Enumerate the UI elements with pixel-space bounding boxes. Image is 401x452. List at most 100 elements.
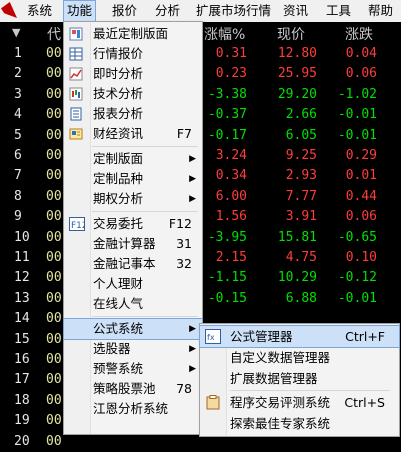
menu-item-shortcut: 31 (176, 236, 192, 251)
stock-code: 00 (46, 290, 62, 306)
app-logo-icon (1, 2, 17, 18)
menu-item-shortcut: 32 (176, 256, 192, 271)
menu-item-9[interactable]: 期权分析 ▶ (64, 189, 202, 209)
change-value: -0.01 (337, 290, 377, 306)
row-index: 13 (14, 290, 30, 306)
submenu-item-shortcut: Ctrl+S (344, 395, 385, 410)
header-pct-change[interactable]: 涨幅% (204, 24, 245, 44)
stock-code: 00 (46, 148, 62, 163)
menu-analysis[interactable]: 分析 (152, 1, 183, 21)
menu-function[interactable]: 功能 (63, 0, 97, 22)
menu-item-7[interactable]: 定制版面 ▶ (64, 149, 202, 169)
submenu-item-4[interactable]: 程序交易评测系统 Ctrl+S (200, 392, 399, 413)
header-code[interactable]: 代 (47, 24, 61, 44)
menu-item-3[interactable]: 即时分析 (64, 64, 202, 84)
news-icon (69, 127, 83, 141)
submenu-arrow-icon: ▶ (189, 174, 196, 184)
menu-news[interactable]: 资讯 (280, 1, 311, 21)
submenu-item-label: 公式管理器 (230, 329, 293, 344)
menu-item-label: 定制版面 (93, 151, 144, 166)
menu-item-5[interactable]: 报表分析 (64, 104, 202, 124)
menu-item-label: 个人理财 (93, 276, 144, 291)
menu-item-label: 技术分析 (93, 86, 144, 101)
stock-code: 00 (46, 433, 62, 449)
layout-icon (69, 27, 83, 41)
menu-item-16[interactable]: 选股器 ▶ (64, 339, 202, 359)
menu-help[interactable]: 帮助 (365, 1, 396, 21)
menu-item-2[interactable]: 行情报价 (64, 44, 202, 64)
stock-code: 00 (46, 331, 62, 347)
menu-item-14[interactable]: 在线人气 (64, 294, 202, 314)
menu-item-13[interactable]: 个人理财 (64, 274, 202, 294)
change-value: -1.02 (337, 86, 377, 102)
change-value: 0.10 (345, 250, 377, 265)
submenu-item-1[interactable]: fx 公式管理器 Ctrl+F (199, 325, 400, 348)
submenu-item-3[interactable]: 扩展数据管理器 (200, 368, 399, 389)
menu-system[interactable]: 系统 (24, 1, 55, 21)
stock-code: 00 (46, 86, 62, 102)
menu-tools[interactable]: 工具 (323, 1, 354, 21)
stock-code: 00 (46, 229, 62, 245)
price-value: 29.20 (277, 86, 317, 102)
submenu-item-5[interactable]: 探索最佳专家系统 (200, 413, 399, 434)
submenu-item-2[interactable]: 自定义数据管理器 (200, 347, 399, 368)
row-index: 20 (14, 433, 30, 449)
menu-item-8[interactable]: 定制品种 ▶ (64, 169, 202, 189)
menu-item-label: 报表分析 (93, 106, 144, 121)
menu-item-12[interactable]: 金融记事本 32 (64, 254, 202, 274)
change-value: 0.29 (345, 148, 377, 163)
stock-code: 00 (46, 188, 62, 204)
menu-extended-market[interactable]: 扩展市场行情 (193, 1, 274, 21)
menu-item-1[interactable]: 最近定制版面 (64, 24, 202, 44)
row-index: 10 (14, 229, 30, 245)
menu-item-label: 江恩分析系统 (93, 401, 169, 416)
row-index: 14 (14, 311, 30, 327)
menu-item-label: 预警系统 (93, 361, 144, 376)
price-value: 6.88 (285, 290, 317, 306)
clipboard-icon (205, 395, 221, 410)
menu-item-18[interactable]: 策略股票池 78 (64, 379, 202, 399)
price-value: 25.95 (277, 66, 317, 82)
f12-icon: F12 (69, 217, 88, 231)
row-index: 1 (14, 46, 22, 61)
submenu-item-label: 程序交易评测系统 (230, 395, 331, 410)
menu-item-17[interactable]: 预警系统 ▶ (64, 359, 202, 379)
menu-item-11[interactable]: 金融计算器 31 (64, 234, 202, 254)
change-value: 0.06 (345, 209, 377, 225)
sort-arrow-icon[interactable]: ▼ (12, 26, 20, 39)
submenu-arrow-icon: ▶ (189, 154, 196, 164)
menu-item-19[interactable]: 江恩分析系统 (64, 399, 202, 419)
change-value: -0.01 (337, 127, 377, 143)
menu-item-15[interactable]: 公式系统 ▶ (63, 318, 203, 340)
menu-bar: 系统 功能 报价 分析 扩展市场行情 资讯 工具 帮助 (0, 0, 401, 23)
submenu-arrow-icon: ▶ (189, 324, 196, 334)
price-value: 2.66 (285, 107, 317, 123)
menu-item-6[interactable]: 财经资讯 F7 (64, 124, 202, 144)
row-index: 12 (14, 270, 30, 286)
menu-item-10[interactable]: F12 交易委托 F12 (64, 214, 202, 234)
stock-code: 00 (46, 352, 62, 367)
stock-code: 00 (46, 392, 62, 408)
stock-code: 00 (46, 270, 62, 286)
row-index: 11 (14, 250, 30, 265)
menu-quote[interactable]: 报价 (109, 1, 140, 21)
header-change[interactable]: 涨跌 (345, 24, 373, 44)
menu-item-shortcut: F12 (168, 216, 192, 231)
change-value: 0.01 (345, 168, 377, 184)
row-index: 5 (14, 127, 22, 143)
submenu-item-label: 探索最佳专家系统 (230, 416, 331, 431)
menu-item-4[interactable]: 技术分析 (64, 84, 202, 104)
formula-submenu: fx 公式管理器 Ctrl+F 自定义数据管理器 扩展数据管理器 程序交易评测系统 Ctrl… (199, 323, 400, 437)
row-index: 8 (14, 188, 22, 204)
submenu-item-shortcut: Ctrl+F (345, 329, 385, 344)
change-value: 0.44 (345, 188, 377, 204)
price-value: 15.81 (277, 229, 317, 245)
price-value: 3.91 (285, 209, 317, 225)
change-value: -0.65 (337, 229, 377, 245)
menu-separator (92, 211, 198, 212)
row-index: 7 (14, 168, 22, 184)
menu-item-label: 金融记事本 (93, 256, 156, 271)
menu-separator (92, 316, 198, 317)
header-price[interactable]: 现价 (277, 24, 305, 44)
row-index: 15 (14, 331, 30, 347)
